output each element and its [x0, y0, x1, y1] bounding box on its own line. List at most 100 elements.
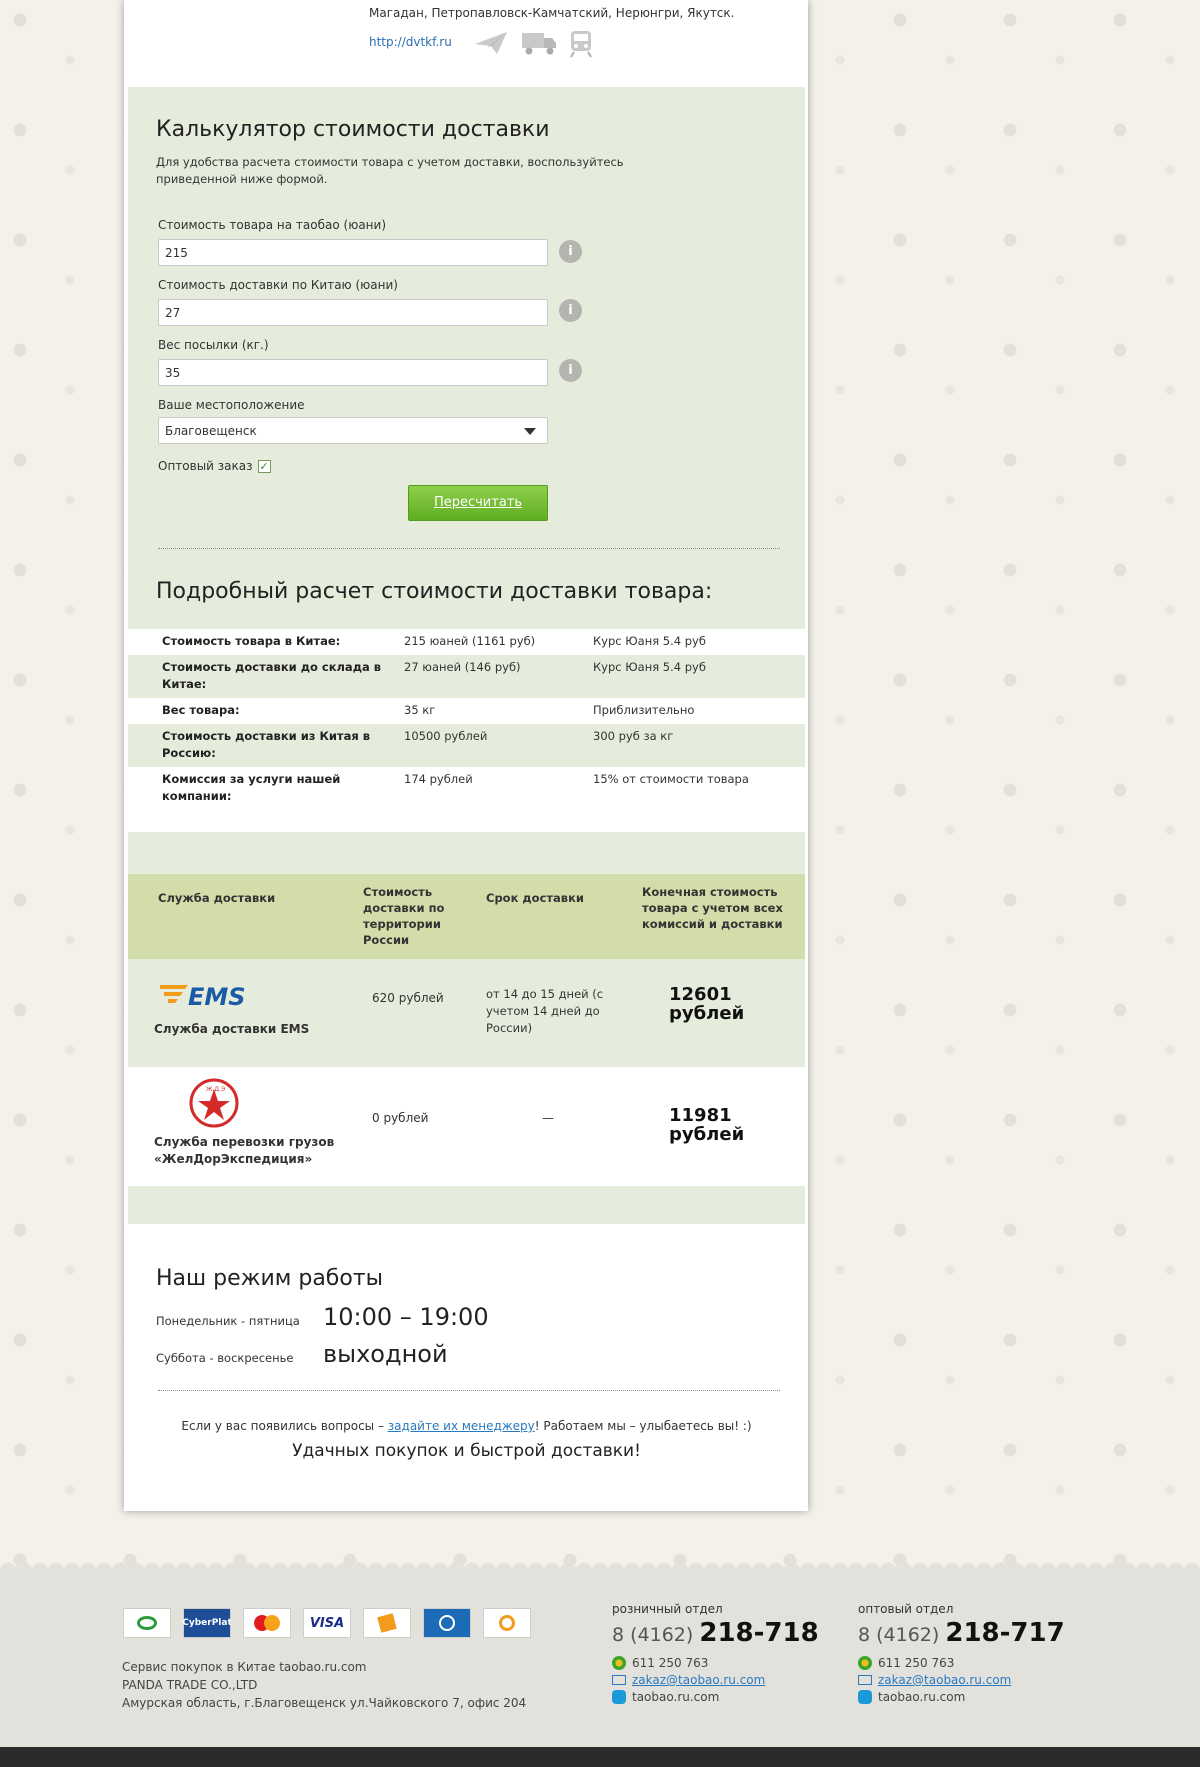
- company-line: Амурская область, г.Благовещенск ул.Чайк…: [122, 1696, 527, 1710]
- recalculate-button[interactable]: Пересчитать: [408, 485, 548, 521]
- retail-email: zakaz@taobao.ru.com: [612, 1673, 819, 1687]
- header-final-cost: Конечная стоимость товара с учетом всех …: [642, 885, 783, 931]
- delivery-calculator: Калькулятор стоимости доставки Для удобс…: [128, 87, 805, 629]
- table-row: Стоимость товара в Китае: 215 юаней (116…: [128, 629, 805, 655]
- icq-flower-icon: [858, 1656, 872, 1670]
- payment-icons: CyberPlat VISA: [123, 1608, 531, 1638]
- questions-before: Если у вас появились вопросы –: [181, 1419, 388, 1433]
- questions-text: Если у вас появились вопросы – задайте и…: [128, 1419, 805, 1433]
- table-row: Стоимость доставки до склада в Китае: 27…: [128, 655, 805, 698]
- row-note: Курс Юаня 5.4 руб: [593, 660, 706, 674]
- service-row-jde: Ж.Д.Э Служба перевозки грузов «ЖелДорЭкс…: [128, 1067, 805, 1186]
- hours-weekdays: Понедельник - пятница 10:00 – 19:00: [156, 1303, 489, 1331]
- cyberplat-icon: CyberPlat: [182, 1608, 232, 1638]
- wholesale-icq-number: 611 250 763: [878, 1656, 955, 1670]
- truck-icon: [522, 33, 556, 55]
- detail-title: Подробный расчет стоимости доставки това…: [156, 579, 713, 604]
- icq-flower-icon: [612, 1656, 626, 1670]
- row-value: 35 кг: [404, 703, 436, 717]
- yandex-money-icon: [363, 1608, 411, 1638]
- service-term: от 14 до 15 дней (с учетом 14 дней до Ро…: [486, 987, 604, 1035]
- weekdays-label: Понедельник - пятница: [156, 1314, 300, 1328]
- row-name: Стоимость доставки из Китая в Россию:: [162, 729, 370, 760]
- retail-icq: 611 250 763: [612, 1656, 819, 1670]
- bottom-bar: [0, 1747, 1200, 1767]
- row-name: Комиссия за услуги нашей компании:: [162, 772, 341, 803]
- train-icon: [570, 31, 592, 58]
- wholesale-skype: taobao.ru.com: [858, 1690, 1065, 1704]
- qiwi-icon: [483, 1608, 531, 1638]
- service-cost: 620 рублей: [372, 991, 444, 1005]
- wholesale-label: Оптовый заказ: [158, 459, 253, 473]
- sberbank-icon: [123, 1608, 171, 1638]
- weekend-label: Суббота - воскресенье: [156, 1351, 294, 1365]
- wholesale-option: Оптовый заказ ✓: [158, 459, 271, 473]
- mail-icon: [612, 1675, 626, 1685]
- location-select[interactable]: Благовещенск: [158, 417, 548, 444]
- transport-icons: [473, 30, 593, 58]
- service-cost: 0 рублей: [372, 1111, 429, 1125]
- service-row-ems: EMS Служба доставки EMS 620 рублей от 14…: [128, 959, 805, 1067]
- hours-title: Наш режим работы: [156, 1266, 384, 1291]
- row-note: 15% от стоимости товара: [593, 772, 749, 786]
- mastercard-icon: [243, 1608, 291, 1638]
- table-row: Вес товара: 35 кг Приблизительно: [128, 698, 805, 724]
- ems-logo-icon: EMS: [158, 979, 254, 1014]
- calculator-title: Калькулятор стоимости доставки: [156, 117, 550, 142]
- row-name: Стоимость доставки до склада в Китае:: [162, 660, 382, 691]
- webmoney-icon: [423, 1608, 471, 1638]
- spacer-band: [128, 1186, 805, 1224]
- retail-skype: taobao.ru.com: [612, 1690, 819, 1704]
- ask-manager-link[interactable]: задайте их менеджеру: [388, 1419, 535, 1433]
- service-name: Служба доставки EMS: [154, 1022, 310, 1036]
- header-term: Срок доставки: [486, 891, 584, 905]
- retail-skype-name: taobao.ru.com: [632, 1690, 720, 1704]
- wholesale-phone-code: 8 (4162): [858, 1624, 940, 1646]
- row-name: Вес товара:: [162, 703, 240, 717]
- info-icon[interactable]: i: [559, 359, 582, 382]
- wholesale-phone-number: 218-717: [945, 1618, 1065, 1648]
- weight-label: Вес посылки (кг.): [158, 338, 269, 352]
- hours-weekend: Суббота - воскресенье выходной: [156, 1340, 448, 1368]
- retail-icq-number: 611 250 763: [632, 1656, 709, 1670]
- row-note: Приблизительно: [593, 703, 695, 717]
- info-icon[interactable]: i: [559, 240, 582, 263]
- wholesale-skype-name: taobao.ru.com: [878, 1690, 966, 1704]
- location-value: Благовещенск: [165, 424, 257, 438]
- skype-icon: [612, 1690, 626, 1704]
- company-info: Сервис покупок в Китае taobao.ru.com PAN…: [122, 1658, 526, 1712]
- carrier-link[interactable]: http://dvtkf.ru: [369, 35, 452, 49]
- mail-icon: [858, 1675, 872, 1685]
- detail-table: Стоимость товара в Китае: 215 юаней (116…: [128, 629, 805, 810]
- service-total: 12601 рублей: [669, 984, 745, 1024]
- skype-icon: [858, 1690, 872, 1704]
- wholesale-phone: 8 (4162) 218-717: [858, 1618, 1065, 1648]
- wholesale-icq: 611 250 763: [858, 1656, 1065, 1670]
- wholesale-checkbox[interactable]: ✓: [257, 459, 271, 473]
- info-icon[interactable]: i: [559, 299, 582, 322]
- header-service: Служба доставки: [158, 891, 276, 905]
- china-delivery-label: Стоимость доставки по Китаю (юани): [158, 278, 398, 292]
- wholesale-email-link[interactable]: zakaz@taobao.ru.com: [878, 1673, 1011, 1687]
- row-value: 27 юаней (146 руб): [404, 660, 521, 674]
- wholesale-dept-label: оптовый отдел: [858, 1602, 954, 1616]
- jde-logo-icon: Ж.Д.Э: [186, 1077, 242, 1132]
- services-header: Служба доставки Стоимость доставки по те…: [128, 874, 805, 959]
- row-value: 215 юаней (1161 руб): [404, 634, 536, 648]
- cities-text: Магадан, Петропавловск-Камчатский, Нерюн…: [369, 6, 735, 20]
- header-russia-cost: Стоимость доставки по территории России: [363, 885, 445, 947]
- company-line: Сервис покупок в Китае taobao.ru.com: [122, 1660, 367, 1674]
- retail-email-link[interactable]: zakaz@taobao.ru.com: [632, 1673, 765, 1687]
- retail-phone-code: 8 (4162): [612, 1624, 694, 1646]
- row-value: 10500 рублей: [404, 729, 488, 743]
- service-total: 11981 рублей: [669, 1105, 745, 1145]
- weekdays-time: 10:00 – 19:00: [323, 1303, 489, 1331]
- weight-input[interactable]: [158, 359, 548, 386]
- visa-icon: VISA: [303, 1608, 351, 1638]
- goods-price-input[interactable]: [158, 239, 548, 266]
- china-delivery-input[interactable]: [158, 299, 548, 326]
- wholesale-email: zakaz@taobao.ru.com: [858, 1673, 1065, 1687]
- row-name: Стоимость товара в Китае:: [162, 634, 341, 648]
- retail-phone: 8 (4162) 218-718: [612, 1618, 819, 1648]
- plane-icon: [475, 32, 507, 54]
